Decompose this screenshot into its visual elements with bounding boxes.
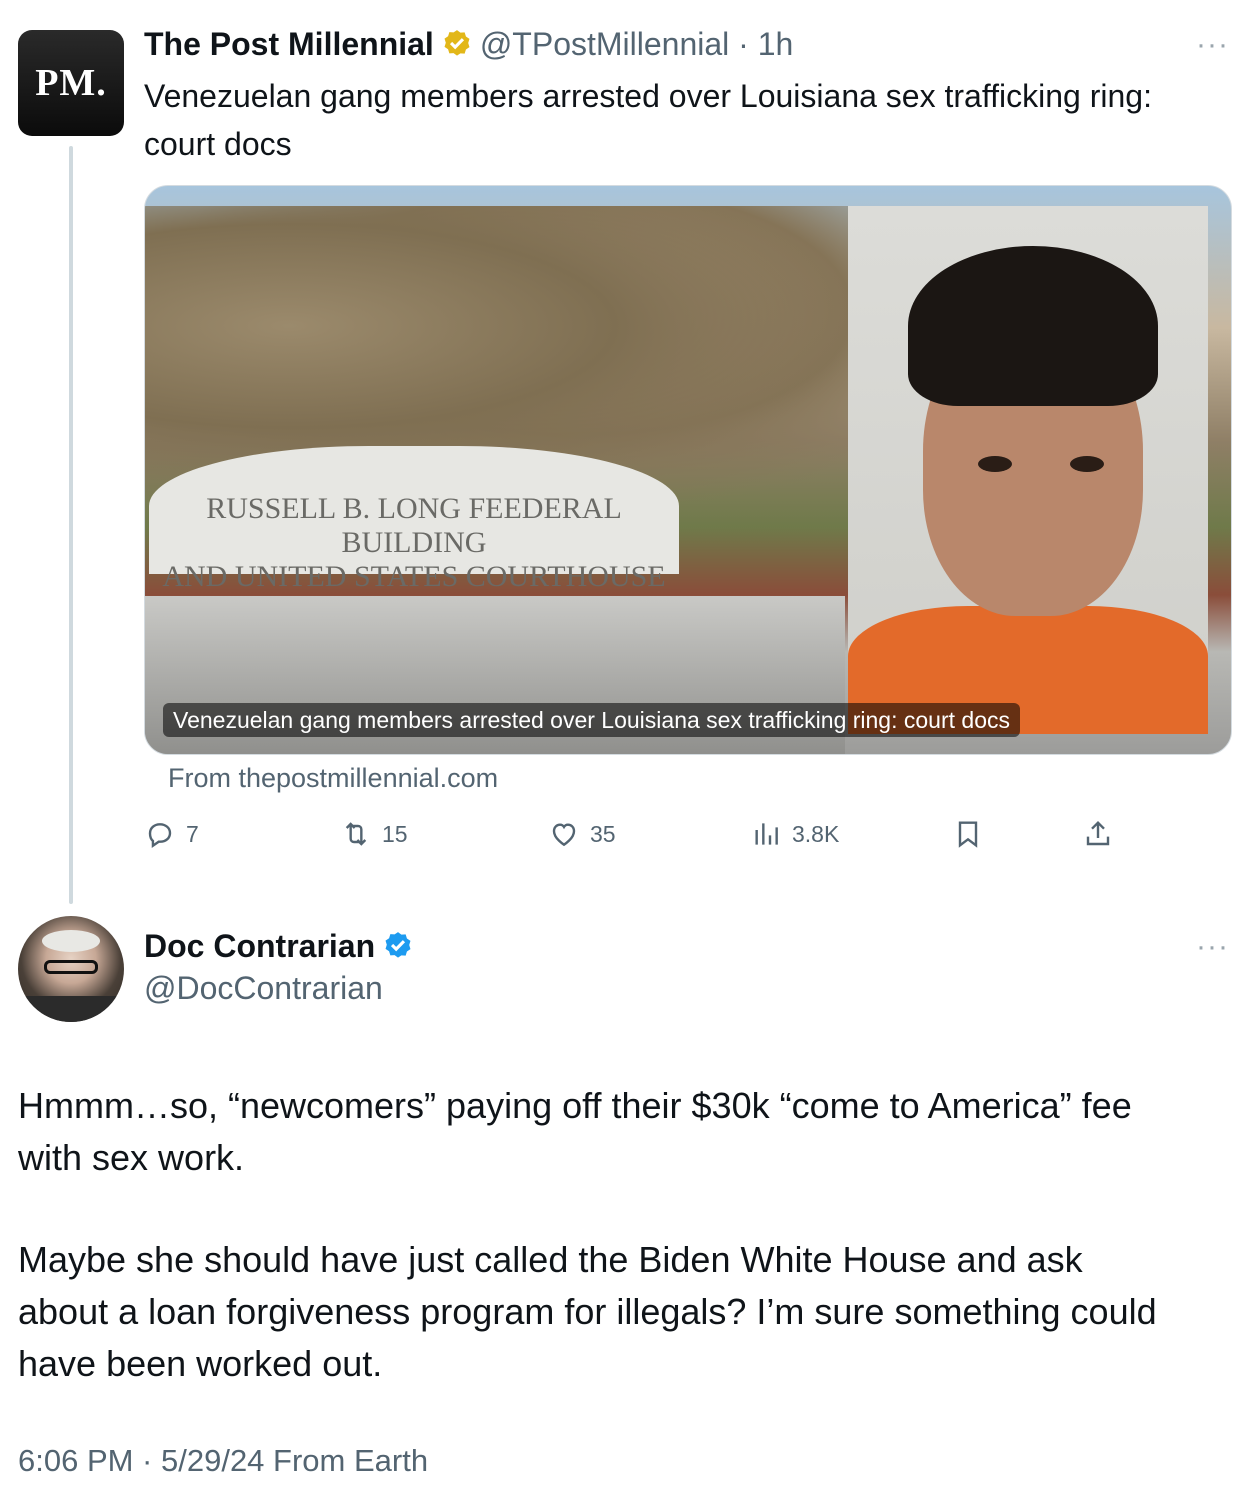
tweet-text-line: have been worked out. — [18, 1343, 383, 1384]
views-button[interactable]: 3.8K — [750, 818, 839, 850]
tweet-timestamp-location[interactable]: 6:06 PM · 5/29/24 From Earth — [18, 1443, 428, 1479]
thread-connector-line — [69, 146, 73, 904]
action-bar: 7 15 35 3.8K — [144, 818, 1144, 858]
share-button[interactable] — [1082, 818, 1114, 850]
eye — [1070, 456, 1104, 472]
article-card-image[interactable]: RUSSELL B. LONG FEEDERAL BUILDING AND UN… — [144, 185, 1232, 755]
avatar-suit — [18, 996, 124, 1022]
main-tweet-paragraph-2: Maybe she should have just called the Bi… — [18, 1234, 1238, 1390]
tweet-text-line: Venezuelan gang members arrested over Lo… — [144, 78, 1152, 114]
quoted-tweet-text: Venezuelan gang members arrested over Lo… — [144, 72, 1234, 168]
author-name[interactable]: Doc Contrarian — [144, 928, 375, 965]
reply-count: 7 — [186, 820, 199, 847]
more-options-icon[interactable]: ··· — [1196, 28, 1229, 62]
bookmark-icon — [958, 821, 978, 848]
bookmark-button[interactable] — [952, 818, 984, 850]
like-button[interactable]: 35 — [548, 818, 616, 850]
repost-icon — [345, 822, 367, 846]
main-tweet-header: Doc Contrarian — [144, 928, 415, 965]
mugshot-photo — [848, 206, 1208, 734]
sign-text-line: RUSSELL B. LONG FEEDERAL BUILDING — [206, 492, 622, 559]
like-count: 35 — [590, 820, 616, 847]
avatar-hair — [42, 930, 100, 952]
author-name[interactable]: The Post Millennial — [144, 26, 434, 63]
courthouse-sign: RUSSELL B. LONG FEEDERAL BUILDING AND UN… — [149, 446, 679, 593]
share-icon — [1086, 820, 1110, 846]
author-handle-time[interactable]: @TPostMillennial · 1h — [480, 26, 793, 63]
sign-text-line: AND UNITED STATES COURTHOUSE — [162, 560, 666, 593]
doc-contrarian-avatar[interactable] — [18, 916, 124, 1022]
tweet-text-line: with sex work. — [18, 1137, 245, 1178]
reply-icon — [148, 823, 172, 849]
tweet-text-line: about a loan forgiveness program for ill… — [18, 1291, 1157, 1332]
eye — [978, 456, 1012, 472]
views-chart-icon — [755, 823, 778, 845]
tweet-text-line: Maybe she should have just called the Bi… — [18, 1239, 1083, 1280]
heart-icon — [552, 823, 576, 847]
more-options-icon[interactable]: ··· — [1196, 930, 1229, 964]
article-title-caption[interactable]: Venezuelan gang members arrested over Lo… — [163, 703, 1020, 737]
post-millennial-avatar[interactable]: PM. — [18, 30, 124, 136]
link-source[interactable]: From thepostmillennial.com — [168, 763, 498, 794]
main-tweet-paragraph-1: Hmmm…so, “newcomers” paying off their $3… — [18, 1080, 1238, 1184]
views-count: 3.8K — [792, 820, 840, 847]
verified-gold-badge-icon — [444, 29, 470, 56]
quoted-tweet-header: The Post Millennial @TPostMillennial · 1… — [144, 26, 793, 63]
author-handle[interactable]: @DocContrarian — [144, 970, 383, 1007]
tweet-text-line: Hmmm…so, “newcomers” paying off their $3… — [18, 1085, 1132, 1126]
reply-button[interactable]: 7 — [144, 818, 199, 850]
avatar-glasses — [44, 960, 98, 974]
verified-blue-badge-icon — [385, 931, 411, 958]
avatar-logo-text: PM. — [35, 62, 107, 104]
tweet-text-line: court docs — [144, 126, 292, 162]
repost-count: 15 — [382, 820, 408, 847]
hair — [908, 246, 1158, 406]
repost-button[interactable]: 15 — [340, 818, 408, 850]
